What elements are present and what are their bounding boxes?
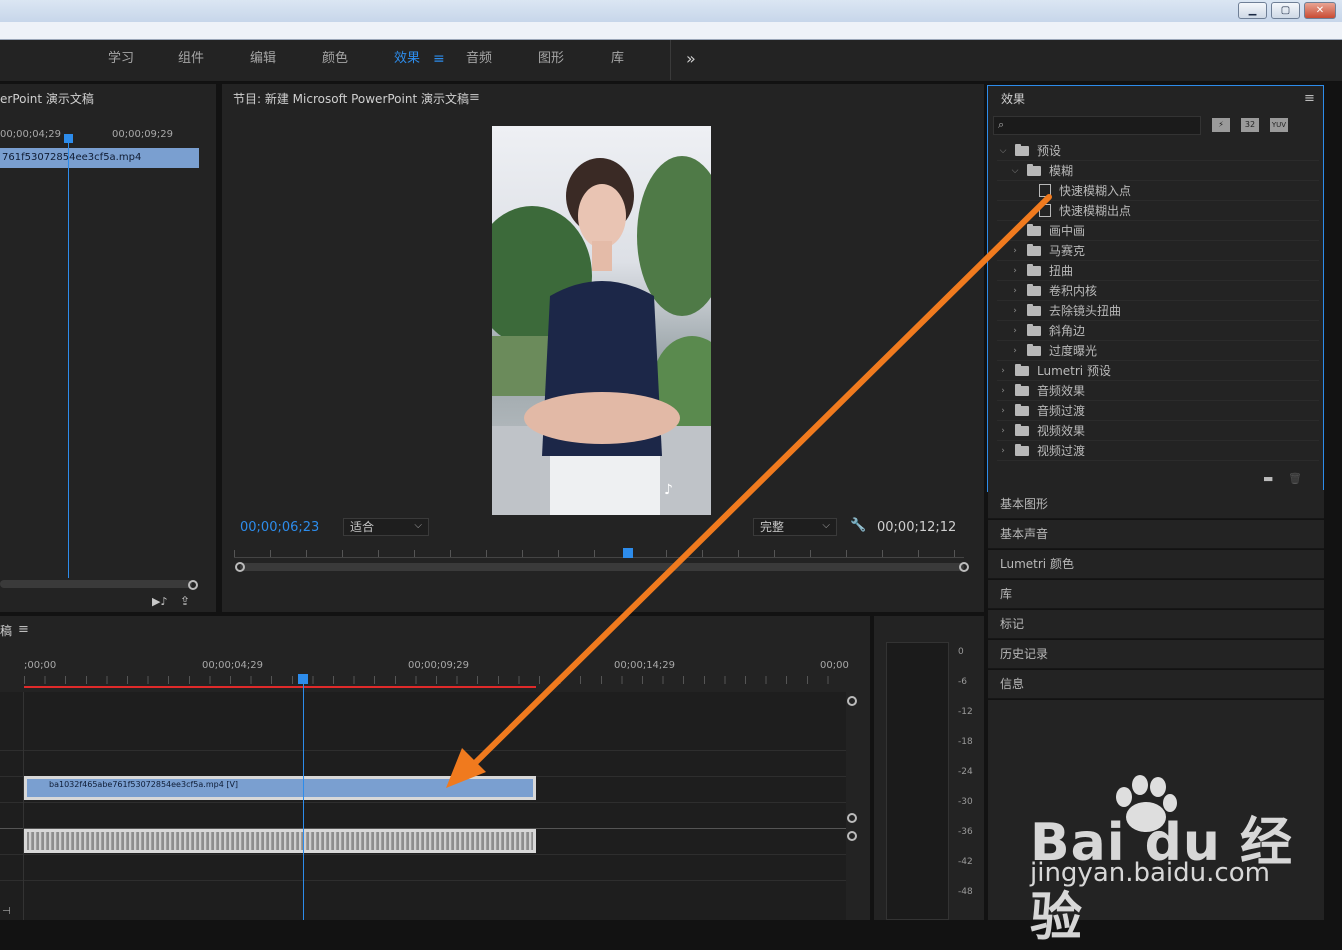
watermark-url: jingyan.baidu.com [1030, 858, 1270, 888]
